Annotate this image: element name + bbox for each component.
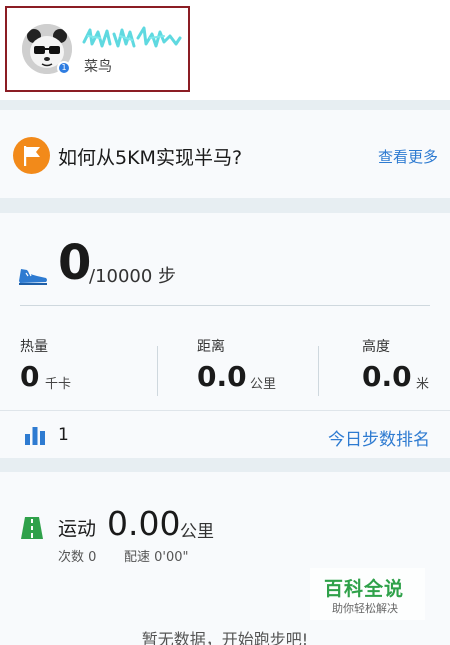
watermark-subtitle: 助你轻松解决 — [332, 602, 398, 615]
sport-count: 次数 0 — [58, 550, 97, 565]
altitude-value: 0.0 — [362, 360, 412, 393]
empty-state-text: 暂无数据，开始跑步吧! — [141, 630, 309, 645]
altitude-unit: 米 — [416, 377, 430, 392]
flag-icon — [13, 137, 50, 174]
divider — [318, 346, 319, 396]
bar-chart-icon — [25, 427, 45, 445]
calories-value: 0 — [20, 360, 40, 393]
road-icon — [21, 517, 43, 539]
see-more-link[interactable]: 查看更多 — [378, 146, 438, 167]
divider — [157, 346, 158, 396]
profile-header: 1 菜鸟 — [0, 0, 450, 100]
sport-label: 运动 — [58, 518, 97, 540]
calories-unit: 千卡 — [45, 377, 72, 392]
sport-distance-unit: 公里 — [180, 522, 214, 542]
watermark-title: 百科全说 — [324, 578, 405, 600]
sport-distance-value: 0.00 — [107, 504, 181, 543]
tip-title[interactable]: 如何从5KM实现半马? — [58, 143, 242, 170]
distance-label: 距离 — [197, 339, 225, 355]
divider — [20, 305, 430, 306]
ranking-value: 1 — [58, 425, 69, 445]
distance-value: 0.0 — [197, 360, 247, 393]
shoe-icon — [19, 269, 47, 285]
calories-label: 热量 — [20, 339, 48, 355]
altitude-label: 高度 — [362, 339, 390, 355]
steps-goal: /10000 步 — [89, 266, 177, 287]
sport-pace: 配速 0'00" — [124, 550, 189, 565]
distance-unit: 公里 — [250, 377, 277, 392]
ranking-row[interactable]: 1 今日步数排名 — [0, 410, 450, 458]
tip-card[interactable]: 如何从5KM实现半马? 查看更多 — [0, 110, 450, 198]
steps-current: 0 — [58, 235, 92, 291]
daily-steps-ranking-link[interactable]: 今日步数排名 — [328, 425, 430, 450]
watermark: 百科全说 助你轻松解决 — [310, 568, 425, 620]
steps-card: 0 /10000 步 热量 0 千卡 距离 0.0 公里 高度 0.0 米 1 … — [0, 213, 450, 458]
highlight-box — [5, 6, 190, 92]
